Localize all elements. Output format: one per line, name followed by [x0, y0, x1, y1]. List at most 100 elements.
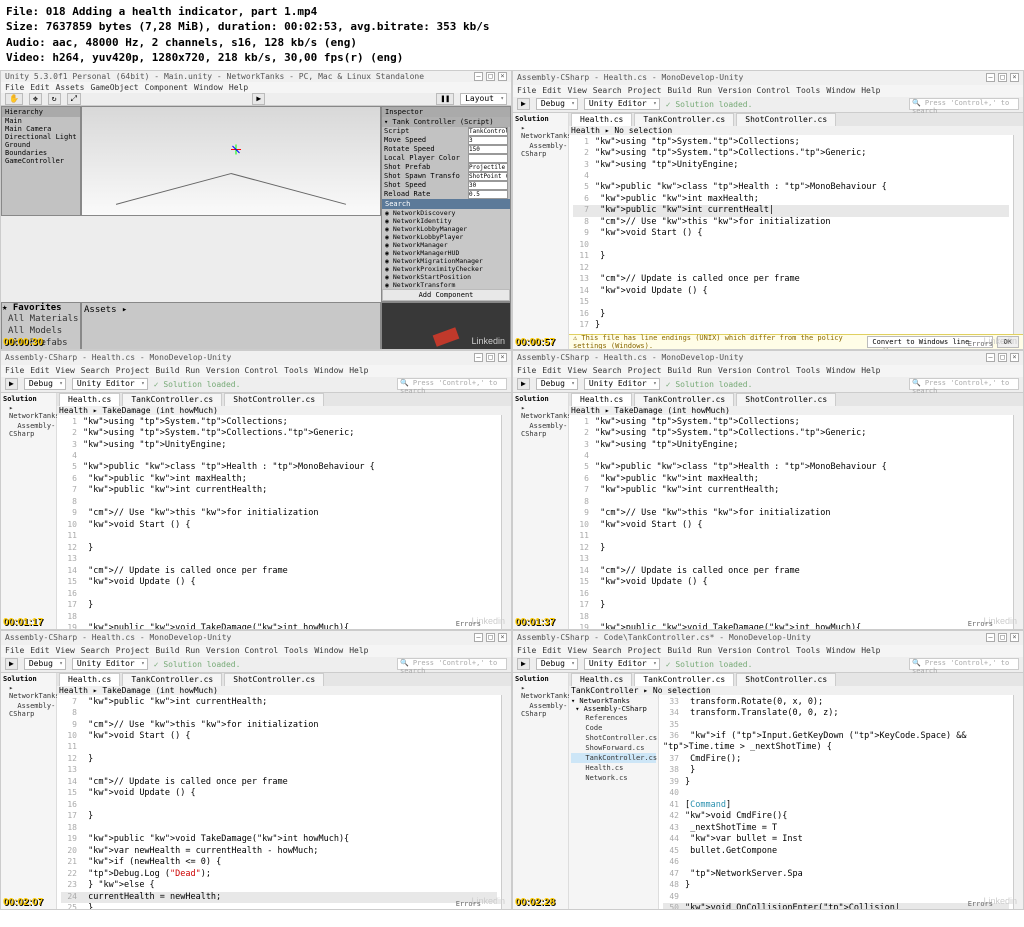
menu-view[interactable]: View: [56, 646, 75, 656]
target-dropdown[interactable]: Unity Editor: [584, 378, 660, 390]
breadcrumb[interactable]: TankController ▸ No selection: [569, 686, 1023, 695]
errors-tab[interactable]: Errors: [968, 340, 993, 348]
breadcrumb[interactable]: Health ▸ TakeDamage (int howMuch): [57, 406, 511, 415]
tab-health[interactable]: Health.cs: [571, 393, 632, 406]
search-result-item[interactable]: ◉ NetworkIdentity: [382, 217, 510, 225]
search-box[interactable]: 🔍 Press 'Control+,' to search: [397, 378, 507, 390]
tree-file[interactable]: TankController.cs: [571, 753, 656, 763]
errors-tab[interactable]: Errors: [968, 620, 993, 628]
search-result-item[interactable]: ◉ NetworkProximityChecker: [382, 265, 510, 273]
close-button[interactable]: ×: [1010, 353, 1019, 362]
target-dropdown[interactable]: Unity Editor: [584, 98, 660, 110]
search-result-item[interactable]: ◉ NetworkDiscovery: [382, 209, 510, 217]
solution-pane[interactable]: Solution ▸ NetworkTanks Assembly-CSharp: [1, 393, 57, 629]
tab-tank[interactable]: TankController.cs: [634, 673, 734, 686]
menu-view[interactable]: View: [568, 646, 587, 656]
menu-help[interactable]: Help: [861, 366, 880, 376]
tree-file[interactable]: ShotController.cs: [571, 733, 656, 743]
code-editor[interactable]: 1"kw">using "tp">System."tp">Collections…: [569, 135, 1013, 334]
search-result-item[interactable]: ◉ NetworkManagerHUD: [382, 249, 510, 257]
menu-bar[interactable]: FileEditViewSearchProjectBuildRunVersion…: [1, 365, 511, 377]
close-button[interactable]: ×: [498, 633, 507, 642]
scene-view[interactable]: [81, 106, 381, 216]
menu-project[interactable]: Project: [628, 646, 662, 656]
tab-shot[interactable]: ShotController.cs: [736, 113, 836, 126]
search-result-item[interactable]: ◉ NetworkTransform: [382, 281, 510, 289]
menu-build[interactable]: Build: [667, 366, 691, 376]
errors-tab[interactable]: Errors: [968, 900, 993, 908]
prop-input[interactable]: [468, 136, 508, 145]
search-box[interactable]: 🔍 Press 'Control+,' to search: [909, 378, 1019, 390]
menu-build[interactable]: Build: [155, 366, 179, 376]
config-dropdown[interactable]: Debug: [24, 378, 66, 390]
tab-shot[interactable]: ShotController.cs: [224, 393, 324, 406]
menu-tools[interactable]: Tools: [284, 646, 308, 656]
minimize-button[interactable]: –: [986, 633, 995, 642]
menu-version-control[interactable]: Version Control: [718, 366, 790, 376]
target-dropdown[interactable]: Unity Editor: [72, 378, 148, 390]
menu-project[interactable]: Project: [116, 366, 150, 376]
menu-edit[interactable]: Edit: [30, 646, 49, 656]
errors-tab[interactable]: Errors: [456, 620, 481, 628]
menu-window[interactable]: Window: [314, 366, 343, 376]
menu-help[interactable]: Help: [229, 83, 248, 92]
menu-view[interactable]: View: [568, 366, 587, 376]
menu-edit[interactable]: Edit: [542, 646, 561, 656]
hierarchy-panel[interactable]: Hierarchy MainMain CameraDirectional Lig…: [1, 106, 81, 216]
tree-file[interactable]: Code: [571, 723, 656, 733]
menu-bar[interactable]: FileEditViewSearchProjectBuildRunVersion…: [1, 645, 511, 657]
tab-health[interactable]: Health.cs: [571, 673, 632, 686]
menu-run[interactable]: Run: [186, 646, 200, 656]
menu-help[interactable]: Help: [349, 366, 368, 376]
tab-shot[interactable]: ShotController.cs: [736, 393, 836, 406]
menu-edit[interactable]: Edit: [542, 86, 561, 96]
target-dropdown[interactable]: Unity Editor: [72, 658, 148, 670]
prop-input[interactable]: [468, 145, 508, 154]
add-component-button[interactable]: Add Component: [382, 289, 510, 301]
play-button[interactable]: ▶: [252, 93, 265, 105]
menu-file[interactable]: File: [517, 366, 536, 376]
hierarchy-item[interactable]: Main: [2, 117, 80, 125]
minimize-button[interactable]: –: [474, 353, 483, 362]
menu-version-control[interactable]: Version Control: [206, 366, 278, 376]
search-result-item[interactable]: ◉ NetworkMigrationManager: [382, 257, 510, 265]
prop-input[interactable]: [468, 127, 508, 136]
errors-tab[interactable]: Errors: [456, 900, 481, 908]
menu-window[interactable]: Window: [826, 646, 855, 656]
prop-input[interactable]: [468, 181, 508, 190]
config-dropdown[interactable]: Debug: [536, 98, 578, 110]
maximize-button[interactable]: □: [486, 72, 495, 81]
solution-pane[interactable]: Solution ▸ NetworkTanks Assembly-CSharp: [513, 113, 569, 349]
menu-assets[interactable]: Assets: [56, 83, 85, 92]
search-box[interactable]: 🔍 Press 'Control+,' to search: [909, 658, 1019, 670]
run-button[interactable]: ▶: [5, 378, 18, 390]
tree-file[interactable]: Network.cs: [571, 773, 656, 783]
hierarchy-item[interactable]: Directional Light: [2, 133, 80, 141]
menu-project[interactable]: Project: [116, 646, 150, 656]
menu-project[interactable]: Project: [628, 366, 662, 376]
menu-edit[interactable]: Edit: [30, 83, 49, 92]
menu-run[interactable]: Run: [698, 86, 712, 96]
hierarchy-item[interactable]: Ground: [2, 141, 80, 149]
menu-search[interactable]: Search: [81, 646, 110, 656]
menu-tools[interactable]: Tools: [796, 366, 820, 376]
tab-shot[interactable]: ShotController.cs: [736, 673, 836, 686]
tab-tank[interactable]: TankController.cs: [634, 393, 734, 406]
menu-bar[interactable]: FileEditViewSearchProjectBuildRunVersion…: [513, 85, 1023, 97]
menu-file[interactable]: File: [5, 646, 24, 656]
search-box[interactable]: 🔍 Press 'Control+,' to search: [909, 98, 1019, 110]
close-button[interactable]: ×: [1010, 633, 1019, 642]
menu-file[interactable]: File: [5, 366, 24, 376]
search-result-item[interactable]: ◉ NetworkManager: [382, 241, 510, 249]
menu-gameobject[interactable]: GameObject: [90, 83, 138, 92]
code-editor[interactable]: 33 transform.Rotate(0, x, 0);34 transfor…: [659, 695, 1013, 909]
tree-file[interactable]: Health.cs: [571, 763, 656, 773]
menu-help[interactable]: Help: [861, 86, 880, 96]
minimize-button[interactable]: –: [474, 72, 483, 81]
tab-health[interactable]: Health.cs: [59, 673, 120, 686]
search-box[interactable]: 🔍 Press 'Control+,' to search: [397, 658, 507, 670]
menu-file[interactable]: File: [5, 83, 24, 92]
tab-health[interactable]: Health.cs: [571, 113, 632, 126]
prop-input[interactable]: [468, 172, 508, 181]
menu-edit[interactable]: Edit: [542, 366, 561, 376]
